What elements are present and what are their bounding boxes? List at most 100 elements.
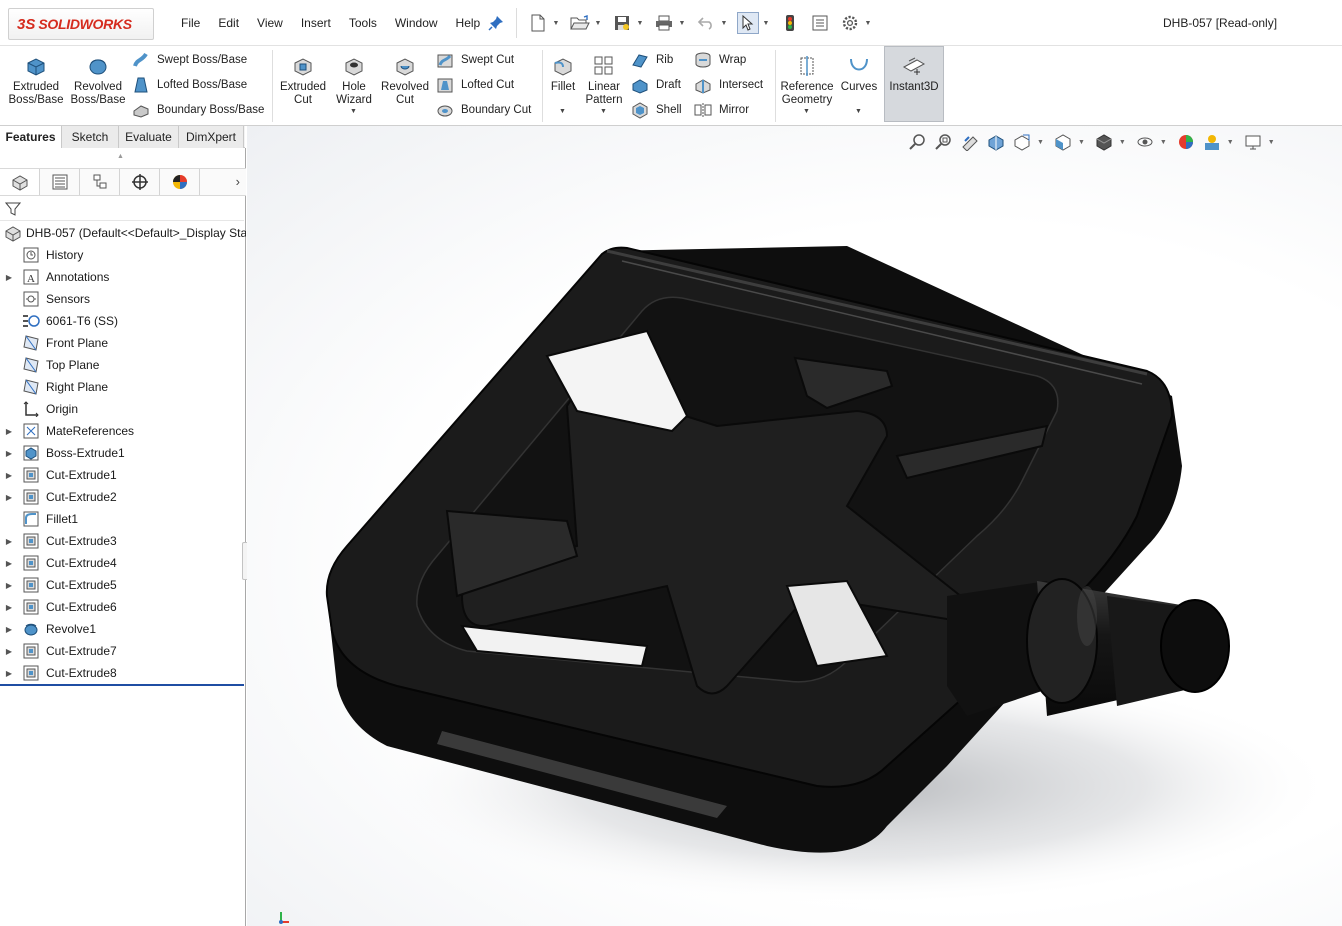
expand-chevron-icon[interactable]: ▶ <box>0 625 18 634</box>
open-dropdown-arrow[interactable]: ▼ <box>593 20 603 27</box>
rebuild-traffic-light-icon[interactable] <box>779 12 801 34</box>
print-dropdown-arrow[interactable]: ▼ <box>677 20 687 27</box>
tab-features[interactable]: Features <box>0 126 62 148</box>
menu-file[interactable]: File <box>172 16 209 30</box>
propertymanager-tab[interactable] <box>40 169 80 195</box>
filter-icon[interactable] <box>4 201 22 217</box>
tree-item[interactable]: ▶ Cut-Extrude5 <box>0 574 246 596</box>
save-dropdown-arrow[interactable]: ▼ <box>635 20 645 27</box>
menu-tools[interactable]: Tools <box>340 16 386 30</box>
hole-wizard-dropdown[interactable]: ▼ <box>350 108 357 115</box>
tab-sketch[interactable]: Sketch <box>62 126 119 148</box>
tree-item[interactable]: ▶ Cut-Extrude2 <box>0 486 246 508</box>
shell-button[interactable]: Shell <box>630 99 682 121</box>
configurationmanager-tab[interactable] <box>80 169 120 195</box>
open-icon[interactable] <box>569 12 591 34</box>
options-gear-icon[interactable] <box>839 12 861 34</box>
tree-item[interactable]: ▶ Cut-Extrude7 <box>0 640 246 662</box>
tree-item[interactable]: ▶ Cut-Extrude4 <box>0 552 246 574</box>
expand-chevron-icon[interactable]: ▶ <box>0 449 18 458</box>
expand-chevron-icon[interactable]: ▶ <box>0 427 18 436</box>
reference-geometry-button[interactable]: Reference Geometry <box>778 54 836 107</box>
tree-item[interactable]: ▶ Boss-Extrude1 <box>0 442 246 464</box>
expand-chevron-icon[interactable]: ▶ <box>0 603 18 612</box>
menu-view[interactable]: View <box>248 16 292 30</box>
draft-button[interactable]: Draft <box>630 74 681 96</box>
undo-icon[interactable] <box>695 12 717 34</box>
expand-chevron-icon[interactable]: ▶ <box>0 559 18 568</box>
file-properties-icon[interactable] <box>809 12 831 34</box>
expand-chevron-icon[interactable]: ▶ <box>0 273 18 282</box>
intersect-button[interactable]: Intersect <box>693 74 763 96</box>
tree-item[interactable]: Right Plane <box>0 376 246 398</box>
tree-item[interactable]: Front Plane <box>0 332 246 354</box>
menu-insert[interactable]: Insert <box>292 16 340 30</box>
new-document-icon[interactable] <box>527 12 549 34</box>
tab-dimxpert[interactable]: DimXpert <box>179 126 244 148</box>
select-dropdown-arrow[interactable]: ▼ <box>761 20 771 27</box>
fillet-dropdown[interactable]: ▼ <box>559 108 566 115</box>
displaymanager-tab[interactable] <box>160 169 200 195</box>
tree-item[interactable]: Origin <box>0 398 246 420</box>
select-arrow-icon[interactable] <box>737 12 759 34</box>
menu-window[interactable]: Window <box>386 16 447 30</box>
expand-chevron-icon[interactable]: ▶ <box>0 647 18 656</box>
panel-tabs-more-chevron-icon[interactable]: › <box>236 174 240 189</box>
print-icon[interactable] <box>653 12 675 34</box>
revolved-cut-button[interactable]: Revolved Cut <box>378 54 432 107</box>
boundary-cut-button[interactable]: Boundary Cut <box>435 99 531 121</box>
boundary-boss-button[interactable]: Boundary Boss/Base <box>131 99 264 121</box>
revolved-boss-button[interactable]: Revolved Boss/Base <box>70 54 126 107</box>
tree-item[interactable]: Fillet1 <box>0 508 246 530</box>
rollback-bar[interactable] <box>0 684 244 686</box>
mirror-button[interactable]: Mirror <box>693 99 749 121</box>
expand-chevron-icon[interactable]: ▶ <box>0 669 18 678</box>
pin-menu-icon[interactable] <box>488 15 504 31</box>
wrap-button[interactable]: Wrap <box>693 49 746 71</box>
expand-chevron-icon[interactable]: ▶ <box>0 581 18 590</box>
fillet-button[interactable]: Fillet <box>546 54 580 94</box>
lofted-boss-button[interactable]: Lofted Boss/Base <box>131 74 247 96</box>
tree-item[interactable]: ▶ Cut-Extrude1 <box>0 464 246 486</box>
pedal-3d-model[interactable] <box>247 126 1342 926</box>
tree-item[interactable]: History <box>0 244 246 266</box>
instant3d-button[interactable]: Instant3D <box>884 46 944 122</box>
expand-chevron-icon[interactable]: ▶ <box>0 493 18 502</box>
save-icon[interactable] <box>611 12 633 34</box>
curves-dropdown[interactable]: ▼ <box>855 108 862 115</box>
extruded-cut-button[interactable]: Extruded Cut <box>276 54 330 107</box>
tree-item[interactable]: Top Plane <box>0 354 246 376</box>
tree-item[interactable]: ▶ Cut-Extrude8 <box>0 662 246 684</box>
options-dropdown-arrow[interactable]: ▼ <box>863 20 873 27</box>
hole-wizard-button[interactable]: Hole Wizard <box>330 54 378 107</box>
expand-chevron-icon[interactable]: ▶ <box>0 537 18 546</box>
undo-dropdown-arrow[interactable]: ▼ <box>719 20 729 27</box>
menu-help[interactable]: Help <box>447 16 490 30</box>
featuremanager-tab[interactable] <box>0 169 40 195</box>
reference-geometry-dropdown[interactable]: ▼ <box>803 108 810 115</box>
tree-item[interactable]: ▶ Cut-Extrude6 <box>0 596 246 618</box>
menu-edit[interactable]: Edit <box>209 16 248 30</box>
expand-chevron-icon[interactable]: ▶ <box>0 471 18 480</box>
tab-evaluate[interactable]: Evaluate <box>119 126 179 148</box>
lofted-cut-button[interactable]: Lofted Cut <box>435 74 514 96</box>
tree-item[interactable]: 6061-T6 (SS) <box>0 310 246 332</box>
solidworks-logo[interactable]: 3S SOLIDWORKS <box>8 8 154 40</box>
linear-pattern-button[interactable]: Linear Pattern <box>582 54 626 107</box>
tree-item[interactable]: ▶ MateReferences <box>0 420 246 442</box>
tree-item[interactable]: Sensors <box>0 288 246 310</box>
rib-button[interactable]: Rib <box>630 49 673 71</box>
new-dropdown-arrow[interactable]: ▼ <box>551 20 561 27</box>
tree-root-part[interactable]: DHB-057 (Default<<Default>_Display Sta <box>0 222 246 244</box>
swept-boss-button[interactable]: Swept Boss/Base <box>131 49 247 71</box>
dimxpertmanager-tab[interactable] <box>120 169 160 195</box>
extruded-boss-button[interactable]: Extruded Boss/Base <box>8 54 64 107</box>
tree-item[interactable]: ▶ Revolve1 <box>0 618 246 640</box>
tree-item[interactable]: ▶ A Annotations <box>0 266 246 288</box>
graphics-viewport[interactable]: ▼ ▼ ▼ ▼ ▼ ▼ <box>247 126 1342 926</box>
tree-item[interactable]: ▶ Cut-Extrude3 <box>0 530 246 552</box>
curves-button[interactable]: Curves <box>838 54 880 94</box>
swept-cut-button[interactable]: Swept Cut <box>435 49 514 71</box>
linear-pattern-dropdown[interactable]: ▼ <box>600 108 607 115</box>
panel-grip-handle[interactable]: ▲ <box>117 153 125 160</box>
